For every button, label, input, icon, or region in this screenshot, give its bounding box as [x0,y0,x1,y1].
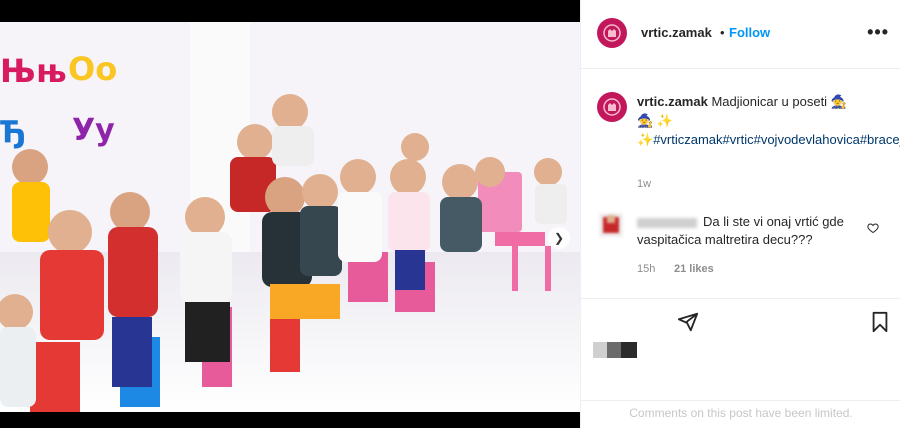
blurred-avatar-icon [603,215,619,233]
comment-timestamp[interactable]: 15h [637,263,655,275]
caption-text: Madjionicar u poseti [711,94,828,109]
like-comment-heart-icon[interactable] [867,221,879,239]
bottom-letterbox [0,412,580,428]
redacted-likes-avatars [593,342,637,358]
svg-text:Уу: Уу [72,113,115,148]
comment-likes[interactable]: 21 likes [674,263,714,275]
castle-logo-icon [603,98,621,116]
magician-emoji-icon: 🧙 [637,113,654,128]
top-letterbox [0,0,580,22]
svg-text:Оо: Оо [68,50,117,88]
follow-button[interactable]: Follow [729,25,770,40]
action-bar [581,298,900,347]
svg-text:Ђ: Ђ [0,115,26,150]
post-header: vrtic.zamak • Follow ••• [581,0,900,69]
post-side-panel: vrtic.zamak • Follow ••• vrtic.zamak Mad… [580,0,900,428]
post-photo[interactable]: Њњ Оо Ђ Уу ❯ [0,22,580,412]
comments-limited-notice: Comments on this post have been limited. [581,400,900,429]
castle-logo-icon [603,24,621,42]
post-caption: vrtic.zamak Madjionicar u poseti 🧙 🧙 ✨ ✨… [637,92,900,149]
caption-hashtags[interactable]: #vrticzamak#vrtic#vojvodevlahovica#brace… [653,132,900,147]
commenter-avatar[interactable] [599,213,623,237]
more-options-icon[interactable]: ••• [867,22,889,43]
svg-text:Њњ: Њњ [0,52,67,90]
next-photo-chevron-icon[interactable]: ❯ [548,227,570,249]
sparkle-emoji-icon: ✨ [656,113,673,128]
classroom-photo-illustration: Њњ Оо Ђ Уу [0,22,580,412]
caption-timestamp[interactable]: 1w [637,178,651,190]
magician-emoji-icon: 🧙 [830,94,847,109]
share-icon[interactable] [677,311,699,338]
save-bookmark-icon[interactable] [869,311,891,338]
caption-avatar[interactable] [597,92,627,122]
avatar[interactable] [597,18,627,48]
separator-dot: • [720,25,725,40]
comment: Da li ste vi onaj vrtić gde vaspitačica … [637,213,865,249]
caption-username[interactable]: vrtic.zamak [637,94,708,109]
sparkle-emoji-icon: ✨ [637,132,654,147]
post-username[interactable]: vrtic.zamak [641,25,712,40]
blurred-commenter-name[interactable] [637,217,697,228]
